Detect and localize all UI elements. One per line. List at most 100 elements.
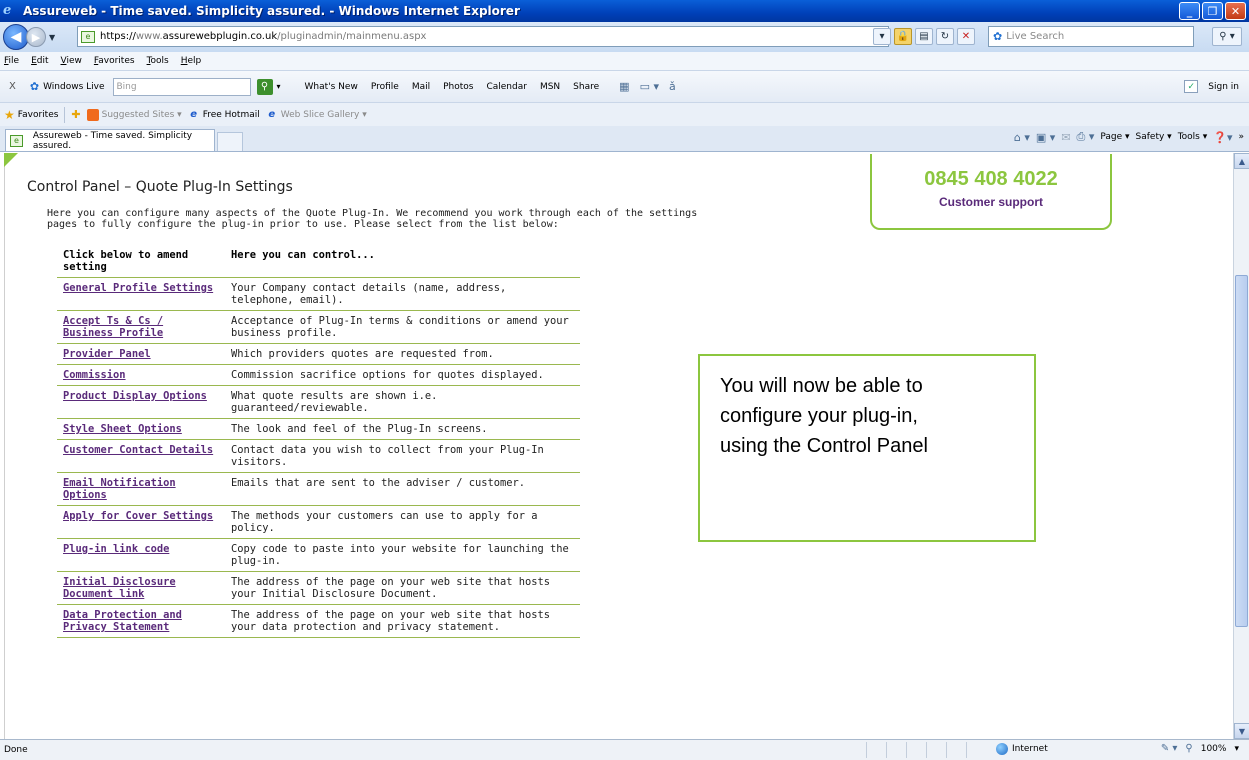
restore-icon[interactable]: ❐ — [1202, 2, 1223, 20]
link-email-notification-options[interactable]: Email Notification Options — [57, 472, 225, 506]
row-description: Commission sacrifice options for quotes … — [225, 364, 580, 386]
fav-web-slice-gallery[interactable]: e Web Slice Gallery ▾ — [266, 109, 366, 121]
chevron-more-icon[interactable]: » — [1238, 132, 1244, 142]
protected-mode-icon[interactable]: ✎ ▾ — [1161, 743, 1178, 754]
address-tools: ▾ 🔒 ▤ ↻ ✕ — [873, 28, 975, 45]
refresh-icon[interactable]: ↻ — [936, 28, 954, 45]
left-border — [4, 153, 5, 739]
fav-suggested-sites[interactable]: Suggested Sites ▾ — [86, 108, 182, 121]
zoom-level[interactable]: 100% — [1201, 744, 1227, 754]
table-row: Style Sheet Options The look and feel of … — [57, 418, 580, 440]
zoom-dropdown-icon[interactable]: ▾ — [1234, 744, 1239, 754]
link-plug-in-link-code[interactable]: Plug-in link code — [57, 538, 225, 572]
windows-live-icon: ✿ — [993, 30, 1003, 43]
link-general-profile-settings[interactable]: General Profile Settings — [57, 277, 225, 311]
live-link-whats-new[interactable]: What's New — [305, 82, 358, 92]
status-text: Done — [4, 745, 28, 755]
translate-icon[interactable]: ǎ — [669, 80, 676, 93]
zoom-icon: ⚲ — [1185, 743, 1193, 754]
link-product-display-options[interactable]: Product Display Options — [57, 385, 225, 419]
zone-label: Internet — [1012, 744, 1048, 754]
new-tab-button[interactable] — [217, 132, 243, 151]
page-menu[interactable]: Page ▾ — [1100, 132, 1129, 142]
row-description: The address of the page on your web site… — [225, 571, 580, 605]
search-button[interactable]: ⚲ ▾ — [1212, 27, 1242, 46]
safety-menu[interactable]: Safety ▾ — [1136, 132, 1172, 142]
address-dropdown-icon[interactable]: ▾ — [873, 28, 891, 45]
favorites-star-icon[interactable]: ★ — [4, 108, 15, 122]
status-panel — [886, 742, 906, 758]
home-icon[interactable]: ⌂ ▾ — [1014, 131, 1030, 144]
link-customer-contact-details[interactable]: Customer Contact Details — [57, 439, 225, 473]
ie-logo-icon: e — [3, 3, 12, 18]
sign-in-area: ✓ Sign in — [1184, 80, 1239, 93]
help-icon[interactable]: ❓▾ — [1213, 131, 1232, 144]
checkmark-icon[interactable]: ✓ — [1184, 80, 1199, 93]
tools-menu[interactable]: Tools ▾ — [1178, 132, 1208, 142]
page-favicon-icon: e — [81, 30, 95, 43]
fav-free-hotmail[interactable]: e Free Hotmail — [188, 109, 259, 121]
link-style-sheet-options[interactable]: Style Sheet Options — [57, 418, 225, 440]
row-description: The methods your customers can use to ap… — [225, 505, 580, 539]
lock-icon[interactable]: 🔒 — [894, 28, 912, 45]
link-provider-panel[interactable]: Provider Panel — [57, 343, 225, 365]
print-icon[interactable]: ⎙ ▾ — [1077, 130, 1095, 144]
stop-icon[interactable]: ✕ — [957, 28, 975, 45]
menu-tools[interactable]: Tools — [147, 56, 169, 66]
recent-pages-dropdown-icon[interactable]: ▼ — [49, 33, 59, 42]
add-favorite-icon[interactable]: ✚ — [71, 108, 80, 121]
live-search-input[interactable]: ✿ Live Search — [988, 26, 1194, 47]
close-toolbar-icon[interactable]: X — [9, 81, 16, 92]
bing-search-input[interactable]: Bing — [112, 77, 251, 96]
vertical-scrollbar[interactable]: ▲ ▼ — [1233, 153, 1249, 739]
url-field[interactable]: e https:// www. assurewebplugin.co.uk /p… — [77, 26, 889, 47]
table-row: General Profile Settings Your Company con… — [57, 277, 580, 311]
favorites-label[interactable]: Favorites — [18, 110, 59, 120]
favorites-bar: ★ Favorites ✚ Suggested Sites ▾ e Free H… — [0, 102, 1249, 126]
live-link-mail[interactable]: Mail — [412, 82, 430, 92]
table-header-row: Click below to amend setting Here you ca… — [57, 247, 580, 278]
live-link-calendar[interactable]: Calendar — [486, 82, 526, 92]
tab-title: Assureweb - Time saved. Simplicity assur… — [32, 130, 193, 151]
link-initial-disclosure-document[interactable]: Initial Disclosure Document link — [57, 571, 225, 605]
sign-in-link[interactable]: Sign in — [1208, 82, 1239, 92]
minimize-icon[interactable]: _ — [1179, 2, 1200, 20]
live-link-photos[interactable]: Photos — [443, 82, 473, 92]
fav-suggested-sites-label: Suggested Sites ▾ — [101, 109, 182, 120]
tab-assureweb[interactable]: e Assureweb - Time saved. Simplicity ass… — [5, 129, 215, 151]
link-commission[interactable]: Commission — [57, 364, 225, 386]
menu-view[interactable]: View — [61, 56, 82, 66]
header-control: Here you can control... — [225, 247, 580, 278]
photo-share-icon[interactable]: ▦ — [619, 80, 629, 93]
close-icon[interactable]: ✕ — [1225, 2, 1246, 20]
menu-favorites[interactable]: Favorites — [94, 56, 135, 66]
live-links: What's New Profile Mail Photos Calendar … — [305, 82, 600, 92]
link-accept-ts-cs[interactable]: Accept Ts & Cs / Business Profile — [57, 310, 225, 344]
live-link-share[interactable]: Share — [573, 82, 599, 92]
table-row: Provider Panel Which providers quotes are… — [57, 343, 580, 365]
windows-live-label[interactable]: Windows Live — [43, 82, 104, 92]
link-data-protection-privacy[interactable]: Data Protection and Privacy Statement — [57, 604, 225, 638]
live-link-msn[interactable]: MSN — [540, 82, 560, 92]
table-row: Accept Ts & Cs / Business Profile Accepta… — [57, 310, 580, 344]
row-description: Your Company contact details (name, addr… — [225, 277, 580, 311]
scrollbar-thumb[interactable] — [1235, 275, 1248, 627]
scroll-down-icon[interactable]: ▼ — [1234, 723, 1249, 739]
bing-placeholder: Bing — [116, 81, 137, 92]
bing-search-icon[interactable]: ⚲ — [256, 78, 273, 95]
scroll-up-icon[interactable]: ▲ — [1234, 153, 1249, 169]
messenger-icon[interactable]: ▭ ▾ — [640, 80, 659, 93]
forward-button[interactable]: ▶ — [26, 27, 46, 47]
bing-dropdown-icon[interactable]: ▾ — [277, 82, 281, 91]
compatibility-view-icon[interactable]: ▤ — [915, 28, 933, 45]
security-zone[interactable]: Internet — [996, 743, 1048, 755]
live-link-profile[interactable]: Profile — [371, 82, 399, 92]
feeds-icon[interactable]: ▣ ▾ — [1036, 131, 1055, 144]
status-panel — [946, 742, 966, 758]
link-apply-for-cover-settings[interactable]: Apply for Cover Settings — [57, 505, 225, 539]
url-host-pre: www. — [135, 31, 163, 42]
menu-edit[interactable]: Edit — [31, 56, 48, 66]
read-mail-icon[interactable]: ✉ — [1061, 131, 1070, 144]
menu-help[interactable]: Help — [181, 56, 202, 66]
menu-file[interactable]: File — [4, 56, 19, 66]
